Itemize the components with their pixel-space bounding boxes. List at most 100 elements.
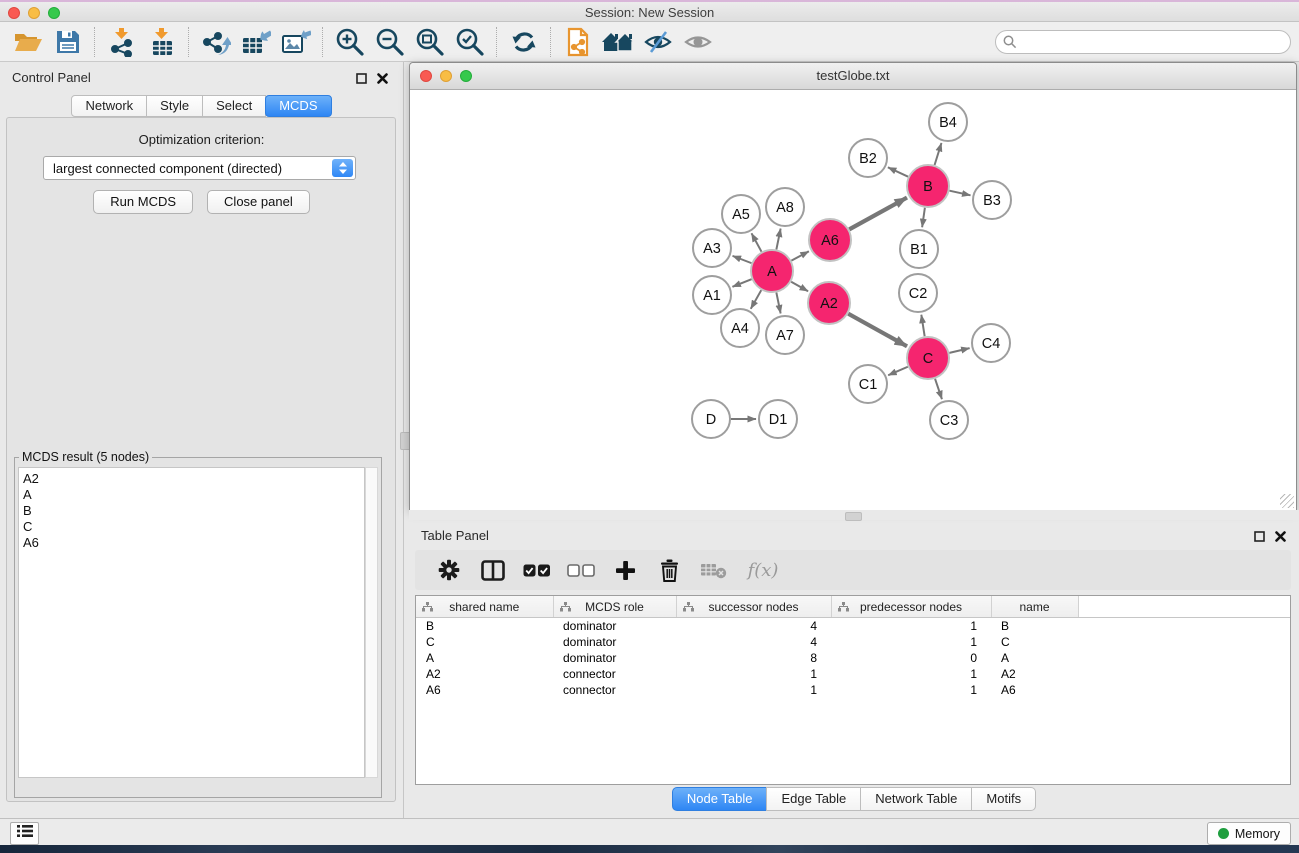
table-row[interactable]: Adominator80A	[416, 650, 1290, 666]
table-panel-float-icon[interactable]	[1254, 529, 1265, 547]
table-cell[interactable]: A6	[416, 682, 553, 698]
export-network-icon[interactable]	[196, 24, 236, 60]
open-session-icon[interactable]	[8, 24, 48, 60]
column-header-predecessor-nodes[interactable]: predecessor nodes	[831, 596, 991, 618]
graph-node-C2[interactable]: C2	[899, 274, 937, 312]
graph-node-A7[interactable]: A7	[766, 316, 804, 354]
zoom-fit-icon[interactable]	[410, 24, 450, 60]
table-cell[interactable]: 1	[831, 634, 991, 650]
column-header-MCDS-role[interactable]: MCDS role	[553, 596, 676, 618]
table-cell[interactable]: A2	[416, 666, 553, 682]
tab-motifs[interactable]: Motifs	[971, 787, 1036, 811]
optimization-criterion-select[interactable]: largest connected component (directed)	[43, 156, 356, 180]
column-header-successor-nodes[interactable]: successor nodes	[676, 596, 831, 618]
network-graph[interactable]: B4B2BB3B1A5A8A6A3AA1C2A2A4A7C4CC1C3DD1	[410, 90, 1296, 510]
graph-edge-C-C2[interactable]	[921, 315, 924, 337]
graph-node-A1[interactable]: A1	[693, 276, 731, 314]
zoom-selected-icon[interactable]	[450, 24, 490, 60]
table-cell[interactable]: C	[991, 634, 1078, 650]
graph-node-C1[interactable]: C1	[849, 365, 887, 403]
graph-edge-C-C4[interactable]	[949, 348, 969, 353]
table-cell[interactable]: 1	[831, 682, 991, 698]
task-history-button[interactable]	[10, 822, 39, 845]
import-network-icon[interactable]	[102, 24, 142, 60]
graph-edge-B-B1[interactable]	[922, 208, 925, 227]
network-canvas[interactable]: B4B2BB3B1A5A8A6A3AA1C2A2A4A7C4CC1C3DD1	[410, 90, 1296, 510]
table-cell[interactable]: 0	[831, 650, 991, 666]
table-cell[interactable]: A6	[991, 682, 1078, 698]
graph-node-A5[interactable]: A5	[722, 195, 760, 233]
table-cell[interactable]: 1	[831, 666, 991, 682]
delete-column-trash-icon[interactable]	[647, 552, 691, 588]
tab-node-table[interactable]: Node Table	[672, 787, 768, 811]
graph-edge-B-B4[interactable]	[935, 143, 942, 165]
mcds-list-scrollbar[interactable]	[365, 467, 378, 778]
table-row[interactable]: A6connector11A6	[416, 682, 1290, 698]
graph-edge-A-A4[interactable]	[751, 290, 761, 309]
table-cell[interactable]: dominator	[553, 650, 676, 666]
graph-node-C[interactable]: C	[907, 337, 949, 379]
settings-gear-icon[interactable]	[427, 552, 471, 588]
graph-node-B3[interactable]: B3	[973, 181, 1011, 219]
table-cell[interactable]: connector	[553, 682, 676, 698]
table-cell[interactable]: 1	[676, 666, 831, 682]
tab-select[interactable]: Select	[202, 95, 266, 117]
table-cell[interactable]: B	[991, 618, 1078, 635]
mcds-result-item[interactable]: C	[23, 519, 364, 535]
run-mcds-button[interactable]: Run MCDS	[93, 190, 193, 214]
graph-edge-B-B3[interactable]	[949, 191, 970, 196]
export-table-icon[interactable]	[236, 24, 276, 60]
table-row[interactable]: Bdominator41B	[416, 618, 1290, 635]
table-cell[interactable]: 8	[676, 650, 831, 666]
graph-node-A4[interactable]: A4	[721, 309, 759, 347]
tab-network-table[interactable]: Network Table	[860, 787, 972, 811]
search-input[interactable]	[995, 30, 1291, 54]
table-cell[interactable]: 4	[676, 634, 831, 650]
refresh-icon[interactable]	[504, 24, 544, 60]
table-cell[interactable]: A	[416, 650, 553, 666]
graph-node-C3[interactable]: C3	[930, 401, 968, 439]
graph-edge-C-C3[interactable]	[935, 379, 942, 399]
table-cell[interactable]: C	[416, 634, 553, 650]
graph-edge-A-A5[interactable]	[752, 233, 762, 251]
select-all-checkboxes-icon[interactable]	[515, 552, 559, 588]
deselect-all-checkboxes-icon[interactable]	[559, 552, 603, 588]
column-header-shared-name[interactable]: shared name	[416, 596, 553, 618]
import-table-icon[interactable]	[142, 24, 182, 60]
show-panels-eye-icon[interactable]	[678, 24, 718, 60]
table-panel-close-icon[interactable]	[1275, 529, 1286, 547]
graph-edge-A-A2[interactable]	[791, 282, 808, 291]
graph-node-C4[interactable]: C4	[972, 324, 1010, 362]
graph-node-D[interactable]: D	[692, 400, 730, 438]
window-resize-grip[interactable]	[1280, 494, 1294, 508]
table-cell[interactable]: connector	[553, 666, 676, 682]
graph-edge-A-A6[interactable]	[791, 251, 808, 260]
graph-edge-B-B2[interactable]	[888, 167, 908, 176]
save-session-icon[interactable]	[48, 24, 88, 60]
graph-node-B2[interactable]: B2	[849, 139, 887, 177]
horizontal-splitter[interactable]	[409, 510, 1299, 520]
zoom-in-icon[interactable]	[330, 24, 370, 60]
mcds-result-item[interactable]: A	[23, 487, 364, 503]
table-cell[interactable]: 1	[831, 618, 991, 635]
delete-table-icon[interactable]	[691, 552, 735, 588]
close-panel-button[interactable]: Close panel	[207, 190, 310, 214]
graph-edge-C-C1[interactable]	[888, 367, 908, 376]
mcds-result-item[interactable]: B	[23, 503, 364, 519]
graph-node-B1[interactable]: B1	[900, 230, 938, 268]
export-image-icon[interactable]	[276, 24, 316, 60]
add-column-icon[interactable]	[603, 552, 647, 588]
zoom-out-icon[interactable]	[370, 24, 410, 60]
graph-node-A8[interactable]: A8	[766, 188, 804, 226]
network-window-titlebar[interactable]: testGlobe.txt	[410, 63, 1296, 90]
new-network-file-icon[interactable]	[558, 24, 598, 60]
graph-node-A6[interactable]: A6	[809, 219, 851, 261]
mcds-result-item[interactable]: A6	[23, 535, 364, 551]
graph-edge-A6-B[interactable]	[849, 198, 907, 230]
graph-node-A[interactable]: A	[751, 250, 793, 292]
column-selector-icon[interactable]	[471, 552, 515, 588]
table-row[interactable]: Cdominator41C	[416, 634, 1290, 650]
tab-style[interactable]: Style	[146, 95, 203, 117]
graph-edge-A2-C[interactable]	[848, 314, 907, 347]
graph-node-A3[interactable]: A3	[693, 229, 731, 267]
